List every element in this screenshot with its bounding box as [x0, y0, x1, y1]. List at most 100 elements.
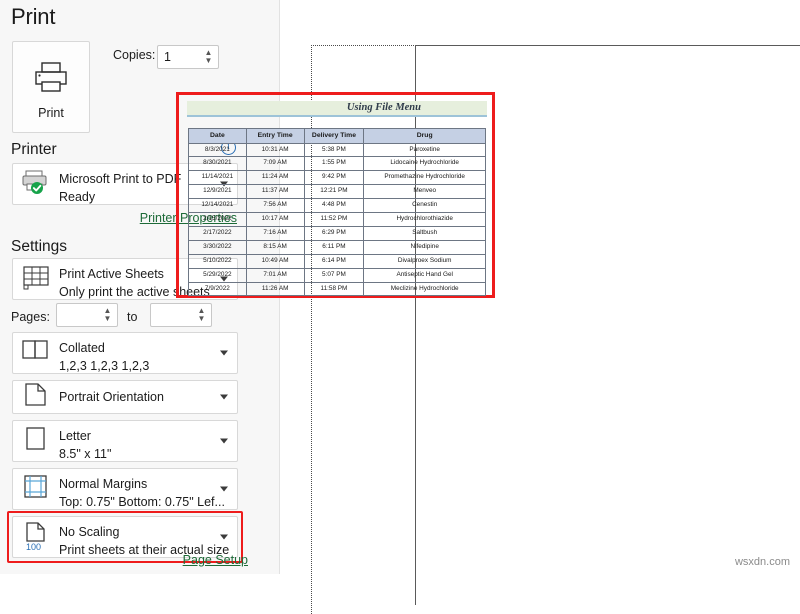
sheets-grid-icon	[21, 264, 51, 294]
table-cell-entry-time: 10:31 AM	[245, 142, 305, 158]
table-cell-delivery-time: 6:11 PM	[303, 239, 365, 255]
chevron-down-icon[interactable]	[220, 394, 228, 400]
chevron-down-icon[interactable]: ▼	[104, 315, 112, 323]
table-cell-date: 5/29/2022	[188, 267, 247, 283]
table-cell-drug: Promethazine Hydrochloride	[363, 170, 486, 186]
pages-to-label: to	[127, 310, 138, 324]
copies-label: Copies:	[113, 48, 156, 62]
pages-from-stepper[interactable]: ▲ ▼	[102, 304, 113, 326]
table-row: 2/17/2022 7:16 AM 6:29 PM Saltbush	[188, 225, 486, 241]
collation-title: Collated	[59, 341, 105, 355]
table-cell-drug: Hydrochlorothiazide	[363, 212, 486, 227]
column-header-date: Date	[188, 128, 247, 144]
table-header-row: Date Entry Time Delivery Time Drug	[188, 128, 486, 144]
paper-size-title: Letter	[59, 429, 91, 443]
table-cell-entry-time: 7:56 AM	[245, 198, 305, 214]
scaling-title: No Scaling	[59, 525, 120, 539]
table-row: 8/3/2021 10:31 AM 5:38 PM Paroxetine	[188, 142, 486, 158]
watermark: wsxdn.com	[734, 556, 790, 568]
margins-subtitle: Top: 0.75" Bottom: 0.75" Lef...	[59, 495, 225, 509]
scaling-icon: 100	[21, 522, 51, 552]
chevron-down-icon[interactable]: ▼	[205, 57, 213, 65]
pages-from-input[interactable]: ▲ ▼	[56, 303, 118, 327]
printer-status: Ready	[59, 190, 96, 204]
scaling-select[interactable]: 100 No Scaling Print sheets at their act…	[12, 516, 238, 558]
table-cell-delivery-time: 11:52 PM	[303, 212, 365, 227]
print-button[interactable]: Print	[12, 41, 90, 133]
orientation-title: Portrait Orientation	[59, 390, 164, 404]
table-row: 3/30/2022 8:15 AM 6:11 PM Nifedipine	[188, 239, 486, 255]
copies-input[interactable]: 1 ▲ ▼	[157, 45, 219, 69]
paper-size-icon	[21, 426, 51, 456]
table-cell-entry-time: 8:15 AM	[245, 239, 305, 255]
margins-title: Normal Margins	[59, 477, 148, 491]
table-row: 7/9/2022 11:26 AM 11:58 PM Meclizine Hydroc…	[188, 281, 486, 297]
table-row: 5/29/2022 7:01 AM 5:07 PM Antiseptic Hand G…	[188, 267, 486, 283]
svg-text:100: 100	[26, 542, 41, 552]
portrait-page-icon	[21, 382, 51, 412]
table-cell-drug: Saltbush	[363, 225, 486, 241]
table-cell-delivery-time: 11:58 PM	[303, 281, 365, 297]
table-cell-date: 7/9/2022	[188, 281, 247, 297]
table-cell-drug: Nifedipine	[363, 239, 486, 255]
settings-section-heading: Settings	[11, 238, 68, 255]
table-cell-date: 12/14/2021	[188, 198, 247, 214]
table-cell-entry-time: 11:37 AM	[245, 184, 305, 200]
column-header-entry: Entry Time	[245, 128, 305, 144]
table-cell-entry-time: 7:09 AM	[245, 156, 305, 172]
chevron-down-icon[interactable]	[220, 350, 228, 356]
table-row: 12/14/2021 7:56 AM 4:48 PM Cenestin	[188, 198, 486, 214]
table-row: 2/15/2022 10:17 AM 11:52 PM Hydrochlorothia…	[188, 212, 486, 227]
table-cell-date: 3/30/2022	[188, 239, 247, 255]
printer-section-heading: Printer	[11, 141, 57, 158]
table-cell-date: 11/14/2021	[188, 170, 247, 186]
worksheet-title: Using File Menu	[346, 102, 421, 113]
pages-to-stepper[interactable]: ▲ ▼	[196, 304, 207, 326]
table-row: 12/9/2021 11:37 AM 12:21 PM Menveo	[188, 184, 486, 200]
table-cell-drug: Lidocaine Hydrochloride	[363, 156, 486, 172]
orientation-select[interactable]: Portrait Orientation	[12, 380, 238, 414]
table-cell-delivery-time: 1:55 PM	[303, 156, 365, 172]
table-row: 8/30/2021 7:09 AM 1:55 PM Lidocaine Hydroch…	[188, 156, 486, 172]
table-cell-entry-time: 10:17 AM	[245, 212, 305, 227]
chevron-down-icon[interactable]	[220, 534, 228, 540]
table-cell-delivery-time: 5:38 PM	[303, 142, 365, 158]
copies-stepper[interactable]: ▲ ▼	[203, 46, 214, 68]
table-cell-date: 5/10/2022	[188, 253, 247, 269]
paper-size-subtitle: 8.5" x 11"	[59, 447, 112, 461]
table-row: 5/10/2022 10:49 AM 6:14 PM Divalproex Sodiu…	[188, 253, 486, 269]
paper-size-select[interactable]: Letter 8.5" x 11"	[12, 420, 238, 462]
table-cell-delivery-time: 6:14 PM	[303, 253, 365, 269]
column-header-delivery: Delivery Time	[303, 128, 365, 144]
worksheet-title-band: Using File Menu	[187, 101, 487, 117]
printer-name: Microsoft Print to PDF	[59, 172, 182, 186]
table-cell-date: 8/3/2021	[188, 142, 247, 158]
page-setup-link[interactable]: Page Setup	[183, 553, 248, 567]
table-cell-date: 8/30/2021	[188, 156, 247, 172]
table-cell-delivery-time: 6:29 PM	[303, 225, 365, 241]
printer-icon	[33, 61, 69, 98]
chevron-down-icon[interactable]	[220, 486, 228, 492]
margins-select[interactable]: Normal Margins Top: 0.75" Bottom: 0.75" …	[12, 468, 238, 510]
table-cell-entry-time: 7:01 AM	[245, 267, 305, 283]
table-cell-delivery-time: 5:07 PM	[303, 267, 365, 283]
chevron-down-icon[interactable]: ▼	[198, 315, 206, 323]
column-header-drug: Drug	[363, 128, 486, 144]
table-cell-drug: Meclizine Hydrochloride	[363, 281, 486, 297]
pages-to-input[interactable]: ▲ ▼	[150, 303, 212, 327]
copies-value: 1	[164, 50, 171, 64]
print-button-label: Print	[38, 106, 64, 120]
table-cell-drug: Antiseptic Hand Gel	[363, 267, 486, 283]
table-cell-entry-time: 11:26 AM	[245, 281, 305, 297]
chevron-down-icon[interactable]	[220, 438, 228, 444]
print-what-title: Print Active Sheets	[59, 267, 164, 281]
table-cell-drug: Menveo	[363, 184, 486, 200]
table-cell-drug: Divalproex Sodium	[363, 253, 486, 269]
margins-icon	[21, 474, 51, 504]
collation-select[interactable]: Collated 1,2,3 1,2,3 1,2,3	[12, 332, 238, 374]
table-cell-delivery-time: 4:48 PM	[303, 198, 365, 214]
table-cell-entry-time: 11:24 AM	[245, 170, 305, 186]
worksheet-table: Date Entry Time Delivery Time Drug 8/3/2…	[188, 128, 486, 297]
table-cell-entry-time: 7:16 AM	[245, 225, 305, 241]
table-cell-drug: Cenestin	[363, 198, 486, 214]
